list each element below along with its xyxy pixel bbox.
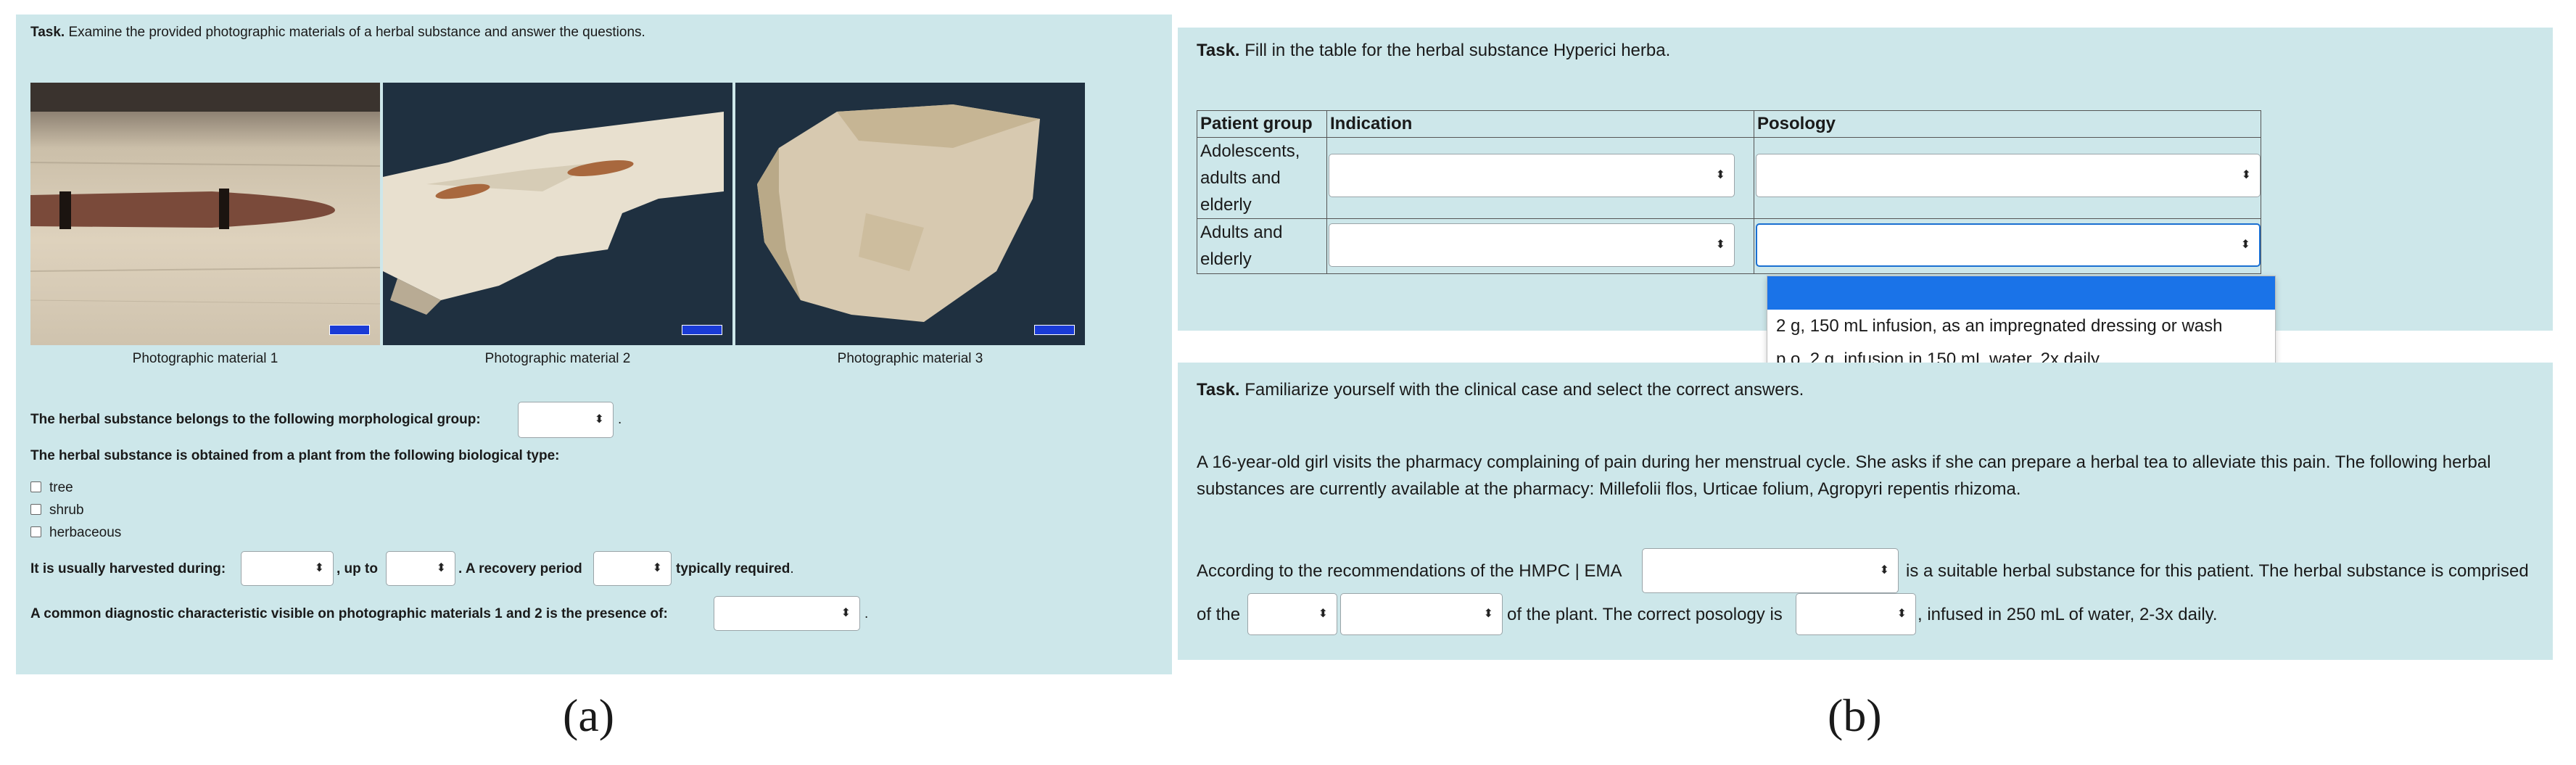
punctuation: . <box>618 412 622 427</box>
updown-arrow-icon: ⬍ <box>841 607 851 619</box>
photographic-material-2 <box>383 83 732 345</box>
plant-part-select-2[interactable]: ⬍ <box>1340 593 1503 635</box>
posology-cell: ⬍ <box>1754 218 2261 274</box>
task-instruction: Task. Fill in the table for the herbal s… <box>1197 41 1671 60</box>
row-patient-group: Adults and elderly <box>1197 218 1327 274</box>
group-line: elderly <box>1200 249 1252 269</box>
harvest-start-select[interactable]: ⬍ <box>241 551 334 586</box>
posology-select-row2[interactable]: ⬍ <box>1756 223 2261 267</box>
header-indication: Indication <box>1326 110 1754 138</box>
updown-arrow-icon: ⬍ <box>1896 608 1907 620</box>
updown-arrow-icon: ⬍ <box>436 562 446 574</box>
task-instruction: Task. Examine the provided photographic … <box>30 25 645 40</box>
checkbox-label-shrub: shrub <box>49 503 84 518</box>
posology-select-case[interactable]: ⬍ <box>1796 593 1916 635</box>
updown-arrow-icon: ⬍ <box>1318 608 1328 620</box>
sentence-part: of the <box>1197 605 1241 624</box>
harvest-text-recovery: . A recovery period <box>458 561 582 576</box>
indication-cell: ⬍ <box>1326 218 1754 274</box>
recovery-period-select[interactable]: ⬍ <box>593 551 672 586</box>
task-instruction: Task. Familiarize yourself with the clin… <box>1197 380 1804 400</box>
updown-arrow-icon: ⬍ <box>2241 169 2251 181</box>
updown-arrow-icon: ⬍ <box>652 562 662 574</box>
checkbox-herbaceous[interactable] <box>30 526 41 537</box>
photographic-material-3 <box>735 83 1085 345</box>
photographic-material-1 <box>30 83 380 345</box>
harvest-text-up-to: , up to <box>337 561 378 576</box>
photo-caption-2: Photographic material 2 <box>484 351 631 366</box>
clinical-case-line-2: substances are currently available at th… <box>1197 479 2021 499</box>
scale-bar <box>329 325 370 335</box>
updown-arrow-icon: ⬍ <box>1483 608 1493 620</box>
checkbox-shrub[interactable] <box>30 504 41 515</box>
question-harvest: It is usually harvested during: <box>30 561 226 576</box>
task-panel-clinical-case: Task. Familiarize yourself with the clin… <box>1178 363 2553 660</box>
question-morphological-group: The herbal substance belongs to the foll… <box>30 412 481 427</box>
figure-label-a: (a) <box>563 690 615 741</box>
herbal-substance-select[interactable]: ⬍ <box>1642 548 1899 593</box>
morphological-group-select[interactable]: ⬍ <box>518 402 614 438</box>
plant-part-select-1[interactable]: ⬍ <box>1247 593 1337 635</box>
dropdown-option-empty[interactable] <box>1767 276 2275 310</box>
group-line: adults and <box>1200 168 1281 188</box>
punctuation: . <box>864 606 869 621</box>
sentence-part: According to the recommendations of the … <box>1197 561 1622 581</box>
posology-table: Patient group Indication Posology Adoles… <box>1197 110 2261 274</box>
header-patient-group: Patient group <box>1197 110 1327 138</box>
photo-caption-1: Photographic material 1 <box>132 351 278 366</box>
question-diagnostic-characteristic: A common diagnostic characteristic visib… <box>30 606 668 621</box>
question-biological-type: The herbal substance is obtained from a … <box>30 448 560 463</box>
scale-bar <box>1034 325 1075 335</box>
checkbox-label-tree: tree <box>49 480 73 495</box>
photo-caption-3: Photographic material 3 <box>837 351 983 366</box>
task-panel-photographic: Task. Examine the provided photographic … <box>16 15 1172 674</box>
posology-select-row1[interactable]: ⬍ <box>1756 154 2261 197</box>
posology-cell: ⬍ <box>1754 137 2261 219</box>
clinical-case-line-1: A 16-year-old girl visits the pharmacy c… <box>1197 452 2491 472</box>
header-posology: Posology <box>1754 110 2261 138</box>
checkbox-tree[interactable] <box>30 481 41 492</box>
indication-select-row1[interactable]: ⬍ <box>1329 154 1735 197</box>
updown-arrow-icon: ⬍ <box>1879 564 1889 576</box>
group-line: Adults and <box>1200 223 1283 242</box>
scale-bar <box>682 325 722 335</box>
sentence-part: , infused in 250 mL of water, 2-3x daily… <box>1917 605 2218 624</box>
updown-arrow-icon: ⬍ <box>1715 169 1725 181</box>
sentence-part: of the plant. The correct posology is <box>1507 605 1783 624</box>
harvest-end-select[interactable]: ⬍ <box>386 551 455 586</box>
updown-arrow-icon: ⬍ <box>1715 239 1725 251</box>
updown-arrow-icon: ⬍ <box>314 562 324 574</box>
updown-arrow-icon: ⬍ <box>594 413 604 426</box>
indication-cell: ⬍ <box>1326 137 1754 219</box>
indication-select-row2[interactable]: ⬍ <box>1329 223 1735 267</box>
checkbox-label-herbaceous: herbaceous <box>49 525 122 540</box>
group-line: elderly <box>1200 195 1252 215</box>
updown-arrow-icon: ⬍ <box>2240 239 2250 251</box>
row-patient-group: Adolescents, adults and elderly <box>1197 137 1327 219</box>
group-line: Adolescents, <box>1200 141 1300 161</box>
sentence-part: is a suitable herbal substance for this … <box>1906 561 2529 581</box>
diagnostic-characteristic-select[interactable]: ⬍ <box>714 596 860 631</box>
harvest-text-required: typically required. <box>676 561 794 576</box>
figure-label-b: (b) <box>1828 690 1882 741</box>
dropdown-option-dressing[interactable]: 2 g, 150 mL infusion, as an impregnated … <box>1767 310 2275 343</box>
